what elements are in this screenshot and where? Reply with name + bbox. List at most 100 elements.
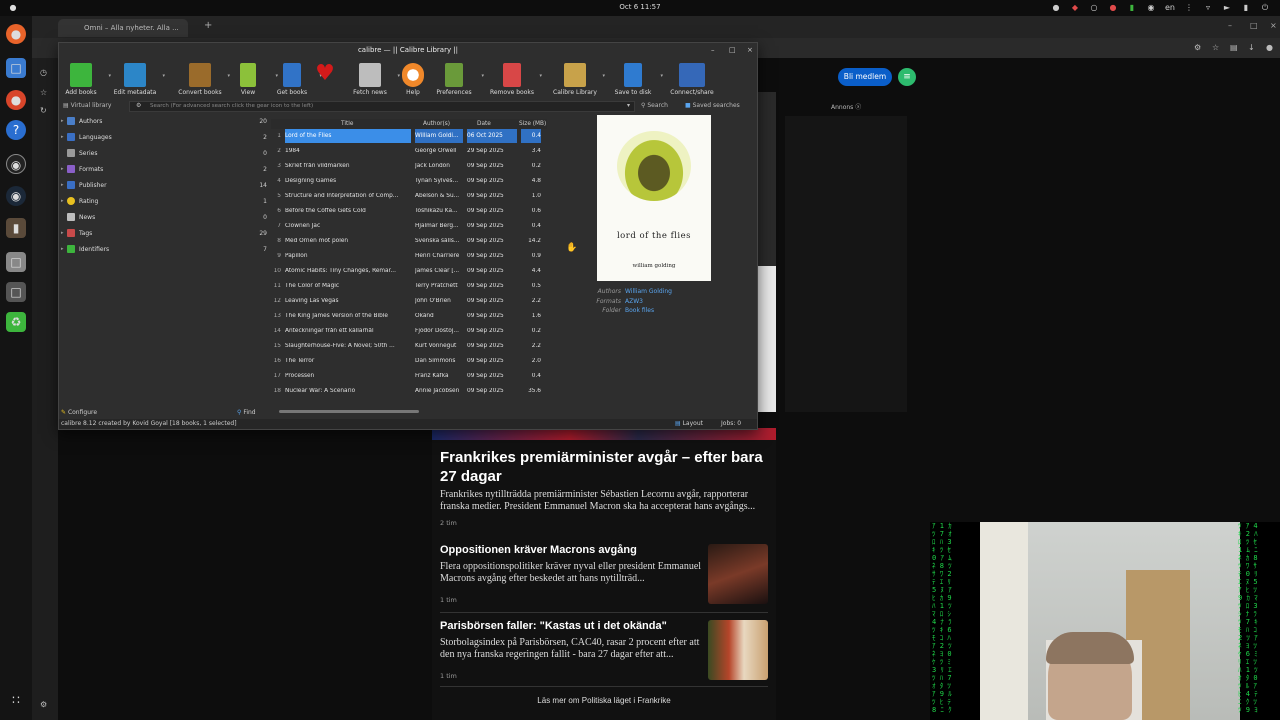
book-row[interactable]: 13 The King James Version of the Bible Okä… [271, 309, 547, 324]
recycle-icon[interactable]: ♻ [6, 312, 26, 332]
book-cover[interactable]: lord of the flies william golding [597, 115, 711, 281]
tag-category-series[interactable]: Series 0 [61, 147, 271, 161]
tag-category-authors[interactable]: ▸ Authors 20 [61, 115, 271, 129]
calibre-icon[interactable]: ▮ [6, 218, 26, 238]
dropdown-icon[interactable]: ▾ [481, 73, 484, 79]
tag-category-languages[interactable]: ▸ Languages 2 [61, 131, 271, 145]
jobs-indicator[interactable]: Jobs: 0 [721, 420, 741, 427]
lang-indicator[interactable]: en [1165, 2, 1175, 13]
book-row[interactable]: 14 Anteckningar från ett källarhål Fjodor … [271, 324, 547, 339]
expand-arrow-icon[interactable]: ▸ [61, 246, 64, 252]
folder-link[interactable]: Book files [625, 306, 654, 316]
book-row[interactable]: 8 Med Örnen mot polen Svenska sälls... 09 S… [271, 234, 547, 249]
remove-books-button[interactable]: Remove books ▾ [485, 61, 542, 99]
green-bottle-icon[interactable]: ▮ [1127, 2, 1137, 13]
history-icon[interactable]: ◷ [40, 68, 47, 77]
story2-thumbnail[interactable] [708, 544, 768, 604]
story3-thumbnail[interactable] [708, 620, 768, 680]
save-to-disk-button[interactable]: Save to disk ▾ [606, 61, 663, 99]
minimize-button[interactable]: – [1228, 21, 1232, 30]
star-icon[interactable]: ☆ [1212, 43, 1219, 52]
expand-arrow-icon[interactable]: ▸ [61, 134, 64, 140]
dropdown-icon[interactable]: ▾ [602, 73, 605, 79]
book-row[interactable]: 4 Designing Games Tynan Sylves... 09 Sep 20… [271, 174, 547, 189]
volume-icon[interactable]: ► [1222, 2, 1232, 13]
profile-icon[interactable]: ● [1266, 43, 1273, 52]
bli-medlem-button[interactable]: Bli medlem [838, 68, 892, 86]
browser-tab[interactable]: Omni – Alla nyheter. Alla ... [58, 19, 188, 37]
new-tab-button[interactable]: + [204, 20, 212, 31]
add-books-button[interactable]: Add books ▾ [54, 61, 111, 99]
preferences-button[interactable]: Preferences ▾ [427, 61, 484, 99]
bookmark-icon[interactable]: ☆ [40, 88, 47, 97]
read-more-link[interactable]: Läs mer om Politiska läget i Frankrike [432, 696, 776, 705]
tag-category-tags[interactable]: ▸ Tags 29 [61, 227, 271, 241]
tag-category-identifiers[interactable]: ▸ Identifiers 7 [61, 243, 271, 257]
book-row[interactable]: 17 Processen Franz Kafka 09 Sep 2025 0.4 [271, 369, 547, 384]
authors-link[interactable]: William Golding [625, 287, 672, 297]
convert-books-button[interactable]: Convert books ▾ [173, 61, 230, 99]
expand-arrow-icon[interactable]: ▸ [61, 230, 64, 236]
saved-searches-button[interactable]: ■ Saved searches [685, 102, 740, 109]
app-grid-icon[interactable]: ∷ [6, 690, 26, 710]
book-row[interactable]: 6 Before the Coffee Gets Cold Toshikazu Ka… [271, 204, 547, 219]
book-row[interactable]: 7 Clownen Jac Hjalmar Berg... 09 Sep 2025 0.… [271, 219, 547, 234]
donate-button[interactable]: ♥ [307, 61, 343, 99]
tag-category-news[interactable]: News 0 [61, 211, 271, 225]
book-row[interactable]: 1 Lord of the Flies William Goldi... 06 Oct… [271, 129, 547, 144]
shield-icon[interactable]: ◆ [1070, 2, 1080, 13]
firefox-icon[interactable]: ● [6, 24, 26, 44]
text-editor-icon[interactable]: □ [6, 252, 26, 272]
close-button[interactable]: × [1270, 21, 1277, 30]
book-row[interactable]: 10 Atomic Habits: Tiny Changes, Remar... J… [271, 264, 547, 279]
edit-metadata-button[interactable]: Edit metadata ▾ [108, 61, 165, 99]
files-icon[interactable]: □ [6, 58, 26, 78]
column-authors[interactable]: Author(s) [423, 121, 450, 127]
column-date[interactable]: Date [477, 121, 491, 127]
power-icon[interactable]: ⏻ [1260, 2, 1270, 13]
steam-icon[interactable]: ◉ [6, 186, 26, 206]
help-icon[interactable]: ? [6, 120, 26, 140]
expand-arrow-icon[interactable]: ▸ [61, 182, 64, 188]
book-row[interactable]: 12 Leaving Las Vegas John O'Brien 09 Sep 20… [271, 294, 547, 309]
book-row[interactable]: 9 Papillon Henri Charriere 09 Sep 2025 0.9 [271, 249, 547, 264]
minimize-button[interactable]: – [711, 43, 715, 57]
find-button[interactable]: ⚲ Find [237, 409, 256, 416]
expand-arrow-icon[interactable]: ▸ [61, 118, 64, 124]
maximize-button[interactable]: □ [1250, 21, 1258, 30]
expand-arrow-icon[interactable]: ▸ [61, 166, 64, 172]
tag-category-formats[interactable]: ▸ Formats 2 [61, 163, 271, 177]
layout-button[interactable]: ▤ Layout [675, 420, 703, 427]
translate-icon[interactable]: ⚙ [1194, 43, 1201, 52]
expand-arrow-icon[interactable]: ▸ [61, 198, 64, 204]
steam-icon[interactable]: ◉ [1146, 2, 1156, 13]
user-icon[interactable]: ● [1051, 2, 1061, 13]
book-row[interactable]: 11 The Color of Magic Terry Pratchett 09 Se… [271, 279, 547, 294]
connect-share-button[interactable]: Connect/share [665, 61, 719, 99]
extensions-icon[interactable]: ▤ [1230, 43, 1238, 52]
book-row[interactable]: 2 1984 George Orwell 29 Sep 2025 3.4 [271, 144, 547, 159]
search-input[interactable]: Search (For advanced search click the ge… [129, 101, 635, 112]
wifi-icon[interactable]: ▿ [1203, 2, 1213, 13]
terminal-icon[interactable]: □ [6, 282, 26, 302]
virtual-library-button[interactable]: ▤ Virtual library [63, 102, 111, 109]
calibre-library-button[interactable]: Calibre Library ▾ [548, 61, 605, 99]
game-icon[interactable]: ● [6, 90, 26, 110]
ghost-icon[interactable]: ○ [1089, 2, 1099, 13]
sync-icon[interactable]: ↻ [40, 106, 47, 115]
book-row[interactable]: 3 Skriet från vildmarken Jack London 09 Sep… [271, 159, 547, 174]
search-button[interactable]: ⚲ Search [641, 102, 668, 109]
dropdown-icon[interactable]: ▾ [539, 73, 542, 79]
maximize-button[interactable]: □ [729, 43, 736, 57]
search-dropdown-icon[interactable]: ▾ [627, 102, 630, 109]
tag-category-publisher[interactable]: ▸ Publisher 14 [61, 179, 271, 193]
tag-category-rating[interactable]: ▸ Rating 1 [61, 195, 271, 209]
book-row[interactable]: 18 Nuclear War: A Scenario Annie Jacobsen 0… [271, 384, 547, 399]
formats-link[interactable]: AZW3 [625, 297, 643, 307]
settings-icon[interactable]: ⚙ [40, 700, 47, 709]
dropdown-icon[interactable]: ▾ [660, 73, 663, 79]
bluetooth-icon[interactable]: ⋮ [1184, 2, 1194, 13]
close-button[interactable]: × [747, 43, 753, 57]
red-circle-icon[interactable]: ● [1108, 2, 1118, 13]
gear-icon[interactable]: ⚙ [136, 102, 141, 109]
